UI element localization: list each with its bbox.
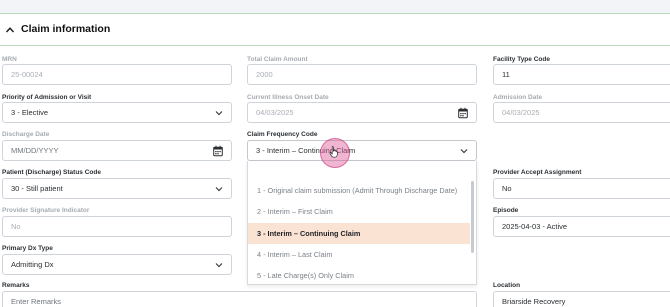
admission-date-input: 04/03/2025 [493, 102, 670, 123]
episode-select[interactable]: 2025-04-03 - Active [493, 216, 670, 237]
total-claim-label: Total Claim Amount [247, 56, 308, 63]
discharge-status-select[interactable]: 30 - Still patient [2, 178, 232, 199]
facility-type-value: 11 [502, 70, 510, 79]
remarks-input[interactable]: Enter Remarks [2, 291, 477, 307]
onset-date-input[interactable]: 04/03/2025 [247, 102, 477, 123]
episode-value: 2025-04-03 - Active [502, 222, 568, 231]
remarks-label: Remarks [2, 282, 30, 289]
top-band [0, 0, 670, 14]
dropdown-scrollbar[interactable] [471, 181, 474, 253]
calendar-icon[interactable] [458, 107, 468, 118]
location-value: Briarside Recovery [502, 297, 566, 306]
chevron-down-icon [215, 186, 223, 191]
accept-assignment-label: Provider Accept Assignment [493, 169, 582, 176]
frequency-option-3-selected[interactable]: 3 - Interim – Continuing Claim [248, 223, 470, 244]
frequency-option-5[interactable]: 5 - Late Charge(s) Only Claim [248, 265, 470, 284]
chevron-down-icon [215, 262, 223, 267]
admission-date-value: 04/03/2025 [502, 108, 540, 117]
total-claim-field: 2000 [247, 64, 477, 85]
mrn-field: 25-00024 [2, 64, 232, 85]
claim-frequency-label: Claim Frequency Code [247, 131, 318, 138]
primary-dx-value: Admitting Dx [11, 260, 54, 269]
chevron-down-icon [460, 148, 468, 153]
priority-label: Priority of Admission or Visit [2, 94, 92, 101]
episode-label: Episode [493, 207, 519, 214]
signature-label: Provider Signature Indicator [2, 207, 90, 214]
signature-value: No [11, 222, 21, 231]
calendar-icon[interactable] [213, 145, 223, 156]
claim-frequency-select[interactable]: 3 - Interim – Continuing Claim [247, 140, 477, 161]
section-title: Claim information [21, 23, 111, 35]
facility-type-label: Facility Type Code [493, 56, 550, 63]
mrn-label: MRN [2, 56, 17, 63]
discharge-date-label: Discharge Date [2, 131, 50, 138]
priority-value: 3 - Elective [11, 108, 49, 117]
frequency-option-4[interactable]: 4 - Interim – Last Claim [248, 244, 470, 265]
chevron-down-icon [215, 110, 223, 115]
hand-pointer-icon [329, 146, 338, 158]
priority-select[interactable]: 3 - Elective [2, 102, 232, 123]
discharge-date-placeholder: MM/DD/YYYY [11, 146, 59, 155]
onset-date-label: Current Illness Onset Date [247, 94, 329, 101]
primary-dx-select[interactable]: Admitting Dx [2, 254, 232, 275]
remarks-placeholder: Enter Remarks [11, 297, 62, 306]
frequency-option-2[interactable]: 2 - Interim – First Claim [248, 201, 470, 222]
accept-assignment-select[interactable]: No [493, 178, 670, 199]
location-select[interactable]: Briarside Recovery [493, 291, 670, 307]
onset-date-value: 04/03/2025 [256, 108, 294, 117]
primary-dx-label: Primary Dx Type [2, 245, 53, 252]
accept-assignment-value: No [502, 184, 512, 193]
discharge-status-value: 30 - Still patient [11, 184, 63, 193]
signature-field: No [2, 216, 232, 237]
chevron-up-icon[interactable] [5, 25, 15, 35]
discharge-status-label: Patient (Discharge) Status Code [2, 169, 101, 176]
claim-information-header[interactable]: Claim information [0, 15, 670, 46]
frequency-option-1[interactable]: 1 - Original claim submission (Admit Thr… [248, 180, 470, 201]
admission-date-label: Admission Date [493, 94, 543, 101]
location-label: Location [493, 282, 521, 289]
claim-frequency-dropdown[interactable]: 1 - Original claim submission (Admit Thr… [247, 161, 477, 285]
mrn-value: 25-00024 [11, 70, 43, 79]
facility-type-input[interactable]: 11 [493, 64, 670, 85]
total-claim-value: 2000 [256, 70, 273, 79]
discharge-date-input[interactable]: MM/DD/YYYY [2, 140, 232, 161]
